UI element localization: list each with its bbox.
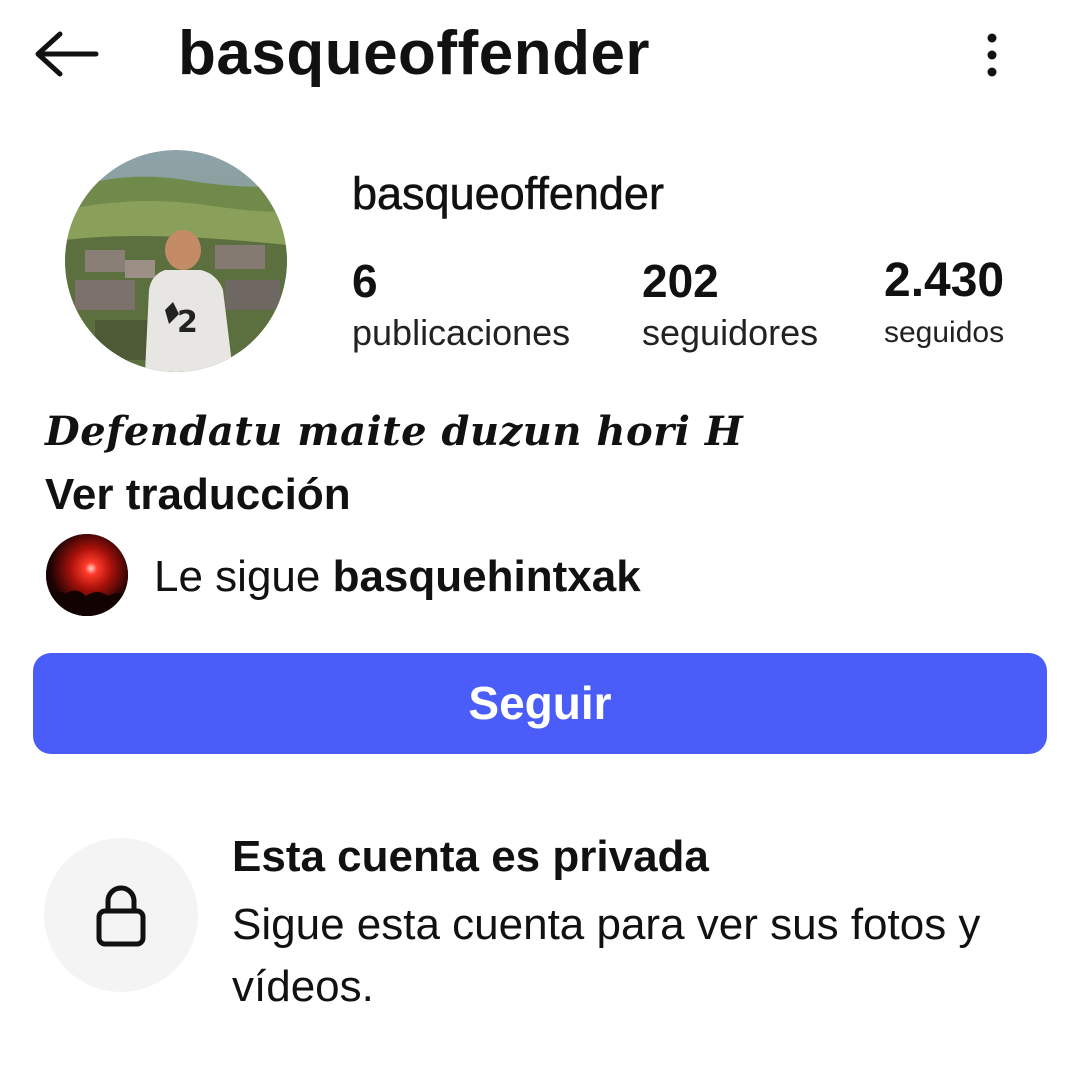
profile-username: basqueoffender: [352, 168, 665, 220]
stat-following-label: seguidos: [884, 316, 1005, 349]
svg-text:2: 2: [177, 305, 198, 340]
see-translation-link[interactable]: Ver traducción: [45, 468, 351, 522]
profile-page: basqueoffender 2 basqueoffender 6 public…: [0, 0, 1080, 1066]
private-account-title: Esta cuenta es privada: [232, 832, 709, 881]
more-options-icon[interactable]: [972, 30, 1012, 80]
stat-posts-label: publicaciones: [352, 312, 571, 353]
private-account-description: Sigue esta cuenta para ver sus fotos y v…: [232, 900, 981, 1011]
followed-by-text: Le sigue basquehintxak: [154, 550, 641, 604]
lock-icon: [96, 885, 146, 947]
followed-by-row[interactable]: Le sigue basquehintxak: [46, 534, 846, 618]
lock-icon-container: [44, 838, 198, 992]
stat-followers-count: 202: [642, 255, 719, 307]
stat-posts-count: 6: [352, 255, 378, 307]
follow-button[interactable]: Seguir: [33, 653, 1047, 754]
stat-following[interactable]: 2.430 seguidos: [884, 252, 1004, 356]
page-title: basqueoffender: [178, 19, 651, 88]
top-bar: basqueoffender: [0, 0, 1080, 110]
stat-followers-label: seguidores: [642, 312, 819, 353]
stat-followers[interactable]: 202 seguidores: [642, 252, 818, 356]
profile-avatar[interactable]: 2: [65, 150, 287, 372]
stat-posts[interactable]: 6 publicaciones: [352, 252, 570, 356]
stat-following-count: 2.430: [884, 254, 1005, 307]
back-arrow-icon[interactable]: [30, 26, 102, 82]
followed-by-username[interactable]: basquehintxak: [333, 552, 641, 601]
followed-by-prefix: Le sigue: [154, 552, 333, 601]
follower-avatar: [46, 534, 128, 616]
profile-bio: Defendatu maite duzun hori H: [45, 408, 744, 455]
